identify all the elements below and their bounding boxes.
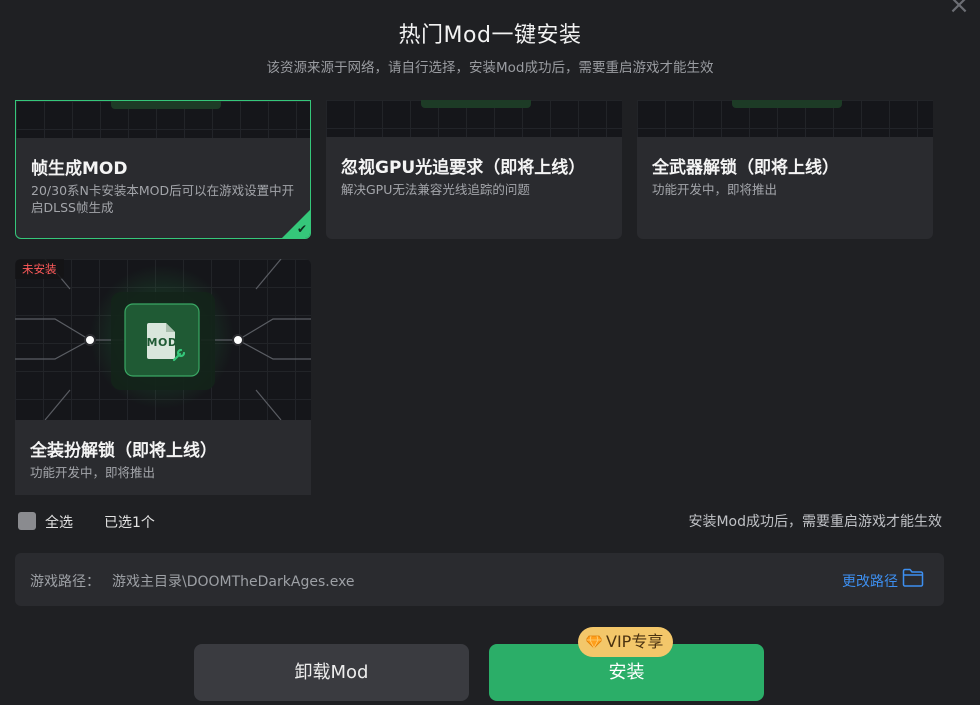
game-path-label: 游戏路径： xyxy=(30,574,100,590)
mod-card-description: 20/30系N卡安装本MOD后可以在游戏设置中开启DLSS帧生成 xyxy=(31,183,295,215)
mod-card-title: 帧生成MOD xyxy=(31,159,128,179)
mod-card-title: 全武器解锁（即将上线） xyxy=(652,158,839,178)
mod-card-thumbnail: MOD xyxy=(15,259,311,420)
mod-card-ignore-gpu-raytracing[interactable]: 忽视GPU光追要求（即将上线） 解决GPU无法兼容光线追踪的问题 xyxy=(326,100,622,239)
mod-card-title: 全装扮解锁（即将上线） xyxy=(30,441,217,461)
mod-card-frame-generation[interactable]: 帧生成MOD 20/30系N卡安装本MOD后可以在游戏设置中开启DLSS帧生成 … xyxy=(15,100,311,239)
mod-card-thumbnail xyxy=(637,100,933,137)
mod-card-thumbnail xyxy=(326,100,622,137)
folder-icon[interactable] xyxy=(902,568,924,588)
mod-card-all-weapons-unlock[interactable]: 全武器解锁（即将上线） 功能开发中，即将推出 xyxy=(637,100,933,239)
mod-file-icon: MOD xyxy=(146,322,186,362)
change-path-link[interactable]: 更改路径 xyxy=(842,571,898,591)
vip-badge: VIP专享 xyxy=(578,627,674,657)
selected-count: 已选1个 xyxy=(104,515,155,531)
mod-card-title: 忽视GPU光追要求（即将上线） xyxy=(341,158,586,178)
mod-card-description: 解决GPU无法兼容光线追踪的问题 xyxy=(341,182,530,197)
mod-card-all-outfits-unlock[interactable]: MOD 未安装 全装扮解锁（即将上线） 功能开发中，即将推出 xyxy=(15,259,311,495)
restart-note: 安装Mod成功后，需要重启游戏才能生效 xyxy=(688,514,942,530)
select-all-label[interactable]: 全选 xyxy=(45,512,73,532)
game-path-bar: 游戏路径： 游戏主目录\DOOMTheDarkAges.exe 更改路径 xyxy=(15,553,944,606)
status-badge: 未安装 xyxy=(15,259,64,279)
mod-install-dialog: × 热门Mod一键安装 该资源来源于网络，请自行选择，安装Mod成功后，需要重启… xyxy=(0,0,980,705)
uninstall-mod-button[interactable]: 卸载Mod xyxy=(194,644,469,701)
diamond-icon xyxy=(586,635,602,649)
mod-card-description: 功能开发中，即将推出 xyxy=(30,465,156,480)
select-all-checkbox[interactable] xyxy=(18,512,36,530)
vip-badge-label: VIP专享 xyxy=(606,632,664,651)
check-icon: ✔ xyxy=(296,222,307,236)
game-path-value: 游戏主目录\DOOMTheDarkAges.exe xyxy=(112,574,355,590)
mod-card-thumbnail xyxy=(16,101,310,138)
selection-row: 全选 已选1个 安装Mod成功后，需要重启游戏才能生效 xyxy=(18,510,942,532)
mod-card-grid: 帧生成MOD 20/30系N卡安装本MOD后可以在游戏设置中开启DLSS帧生成 … xyxy=(0,0,980,500)
wrench-icon xyxy=(172,348,186,362)
mod-card-description: 功能开发中，即将推出 xyxy=(652,182,778,197)
